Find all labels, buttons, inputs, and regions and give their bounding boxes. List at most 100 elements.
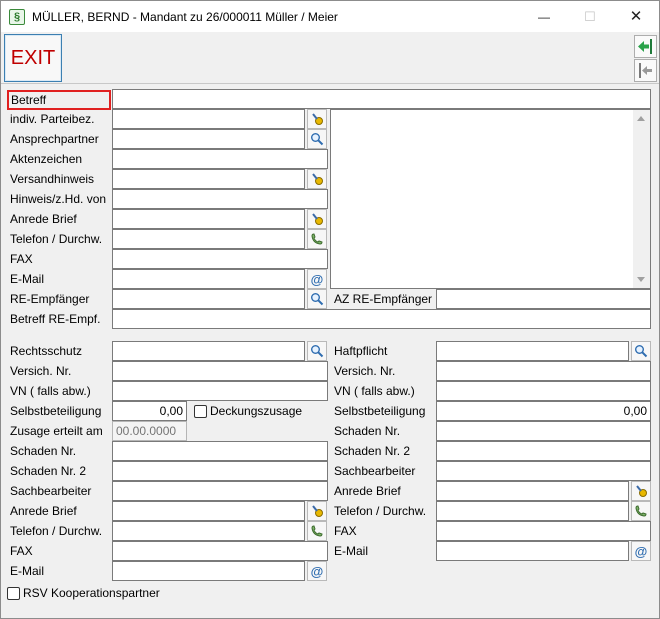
minimize-button[interactable]: — [521,1,567,32]
rs-telefon-field[interactable] [112,521,305,541]
hp-email-send-button[interactable]: @ [631,541,651,561]
rs-vn-input[interactable] [113,382,327,400]
rs-sachbearbeiter-input[interactable] [113,482,327,500]
close-button[interactable]: ✕ [613,1,659,32]
betreff-input[interactable] [113,90,650,108]
az-re-empfaenger-input[interactable] [437,290,650,308]
versandhinweis-input[interactable] [113,170,304,188]
forward-button[interactable] [634,35,657,58]
zusage-date-field[interactable] [112,421,187,441]
fax-input[interactable] [113,250,327,268]
indiv-parteibez-input[interactable] [113,110,304,128]
rs-anrede-brief-input[interactable] [113,502,304,520]
back-button[interactable] [634,59,657,82]
rs-anrede-select-button[interactable] [307,501,327,521]
email-input[interactable] [113,270,304,288]
hp-anrede-select-button[interactable] [631,481,651,501]
hp-versich-nr-field[interactable] [436,361,651,381]
hp-email-input[interactable] [437,542,628,560]
zusage-date-input[interactable] [113,422,186,440]
rs-schaden-nr-field[interactable] [112,441,328,461]
anrede-brief-field[interactable] [112,209,305,229]
rechtsschutz-input[interactable] [113,342,304,360]
hp-vn-field[interactable] [436,381,651,401]
hp-schaden-nr2-input[interactable] [437,442,650,460]
hp-telefon-input[interactable] [437,502,628,520]
haftpflicht-input[interactable] [437,342,628,360]
aktenzeichen-field[interactable] [112,149,328,169]
ansprechpartner-input[interactable] [113,130,304,148]
rs-vn-field[interactable] [112,381,328,401]
rs-telefon-input[interactable] [113,522,304,540]
indiv-parteibez-field[interactable] [112,109,305,129]
rs-email-field[interactable] [112,561,305,581]
hp-schaden-nr-input[interactable] [437,422,650,440]
hp-telefon-field[interactable] [436,501,629,521]
fax-field[interactable] [112,249,328,269]
az-re-empfaenger-field[interactable] [436,289,651,309]
rs-fax-input[interactable] [113,542,327,560]
parteibez-select-button[interactable] [307,109,327,129]
rs-schaden-nr2-input[interactable] [113,462,327,480]
scroll-up-icon[interactable] [637,116,645,121]
hp-anrede-brief-input[interactable] [437,482,628,500]
hp-versich-nr-input[interactable] [437,362,650,380]
hp-selbstbeteiligung-field[interactable] [436,401,651,421]
hp-sachbearbeiter-field[interactable] [436,461,651,481]
rsv-koop-checkbox[interactable] [7,587,20,600]
telefon-dial-button[interactable] [307,229,327,249]
email-field[interactable] [112,269,305,289]
rs-selbstbeteiligung-field[interactable] [112,401,187,421]
hp-telefon-dial-button[interactable] [631,501,651,521]
rs-email-input[interactable] [113,562,304,580]
hinweis-zhd-field[interactable] [112,189,328,209]
hp-sachbearbeiter-input[interactable] [437,462,650,480]
rs-fax-field[interactable] [112,541,328,561]
telefon-input[interactable] [113,230,304,248]
anrede-brief-input[interactable] [113,210,304,228]
aktenzeichen-input[interactable] [113,150,327,168]
hp-anrede-brief-field[interactable] [436,481,629,501]
exit-button[interactable]: EXIT [4,34,62,82]
re-empfaenger-search-button[interactable] [307,289,327,309]
hp-vn-input[interactable] [437,382,650,400]
rs-versich-nr-input[interactable] [113,362,327,380]
rs-sachbearbeiter-field[interactable] [112,481,328,501]
rechtsschutz-search-button[interactable] [307,341,327,361]
ansprechpartner-field[interactable] [112,129,305,149]
maximize-button[interactable]: ☐ [567,1,613,32]
deckungszusage-checkbox[interactable] [194,405,207,418]
listbox-scrollbar[interactable] [633,110,650,288]
hp-fax-field[interactable] [436,521,651,541]
rs-selbstbeteiligung-input[interactable] [113,402,186,420]
rs-email-send-button[interactable]: @ [307,561,327,581]
rs-telefon-dial-button[interactable] [307,521,327,541]
betreff-re-empf-input[interactable] [113,310,650,328]
hp-fax-input[interactable] [437,522,650,540]
rs-anrede-brief-field[interactable] [112,501,305,521]
key-icon [312,173,323,185]
ansprechpartner-search-button[interactable] [307,129,327,149]
anrede-brief-select-button[interactable] [307,209,327,229]
rs-schaden-nr-input[interactable] [113,442,327,460]
hp-schaden-nr-field[interactable] [436,421,651,441]
rs-schaden-nr2-field[interactable] [112,461,328,481]
versandhinweis-field[interactable] [112,169,305,189]
hp-selbstbeteiligung-input[interactable] [437,402,650,420]
hp-schaden-nr2-field[interactable] [436,441,651,461]
rechtsschutz-field[interactable] [112,341,305,361]
re-empfaenger-field[interactable] [112,289,305,309]
scroll-down-icon[interactable] [637,277,645,282]
rs-versich-nr-field[interactable] [112,361,328,381]
notes-listbox[interactable] [330,109,651,289]
hp-email-field[interactable] [436,541,629,561]
betreff-re-empf-field[interactable] [112,309,651,329]
betreff-field[interactable] [112,89,651,109]
hinweis-zhd-input[interactable] [113,190,327,208]
re-empfaenger-input[interactable] [113,290,304,308]
versandhinweis-select-button[interactable] [307,169,327,189]
haftpflicht-search-button[interactable] [631,341,651,361]
telefon-field[interactable] [112,229,305,249]
email-send-button[interactable]: @ [307,269,327,289]
haftpflicht-field[interactable] [436,341,629,361]
